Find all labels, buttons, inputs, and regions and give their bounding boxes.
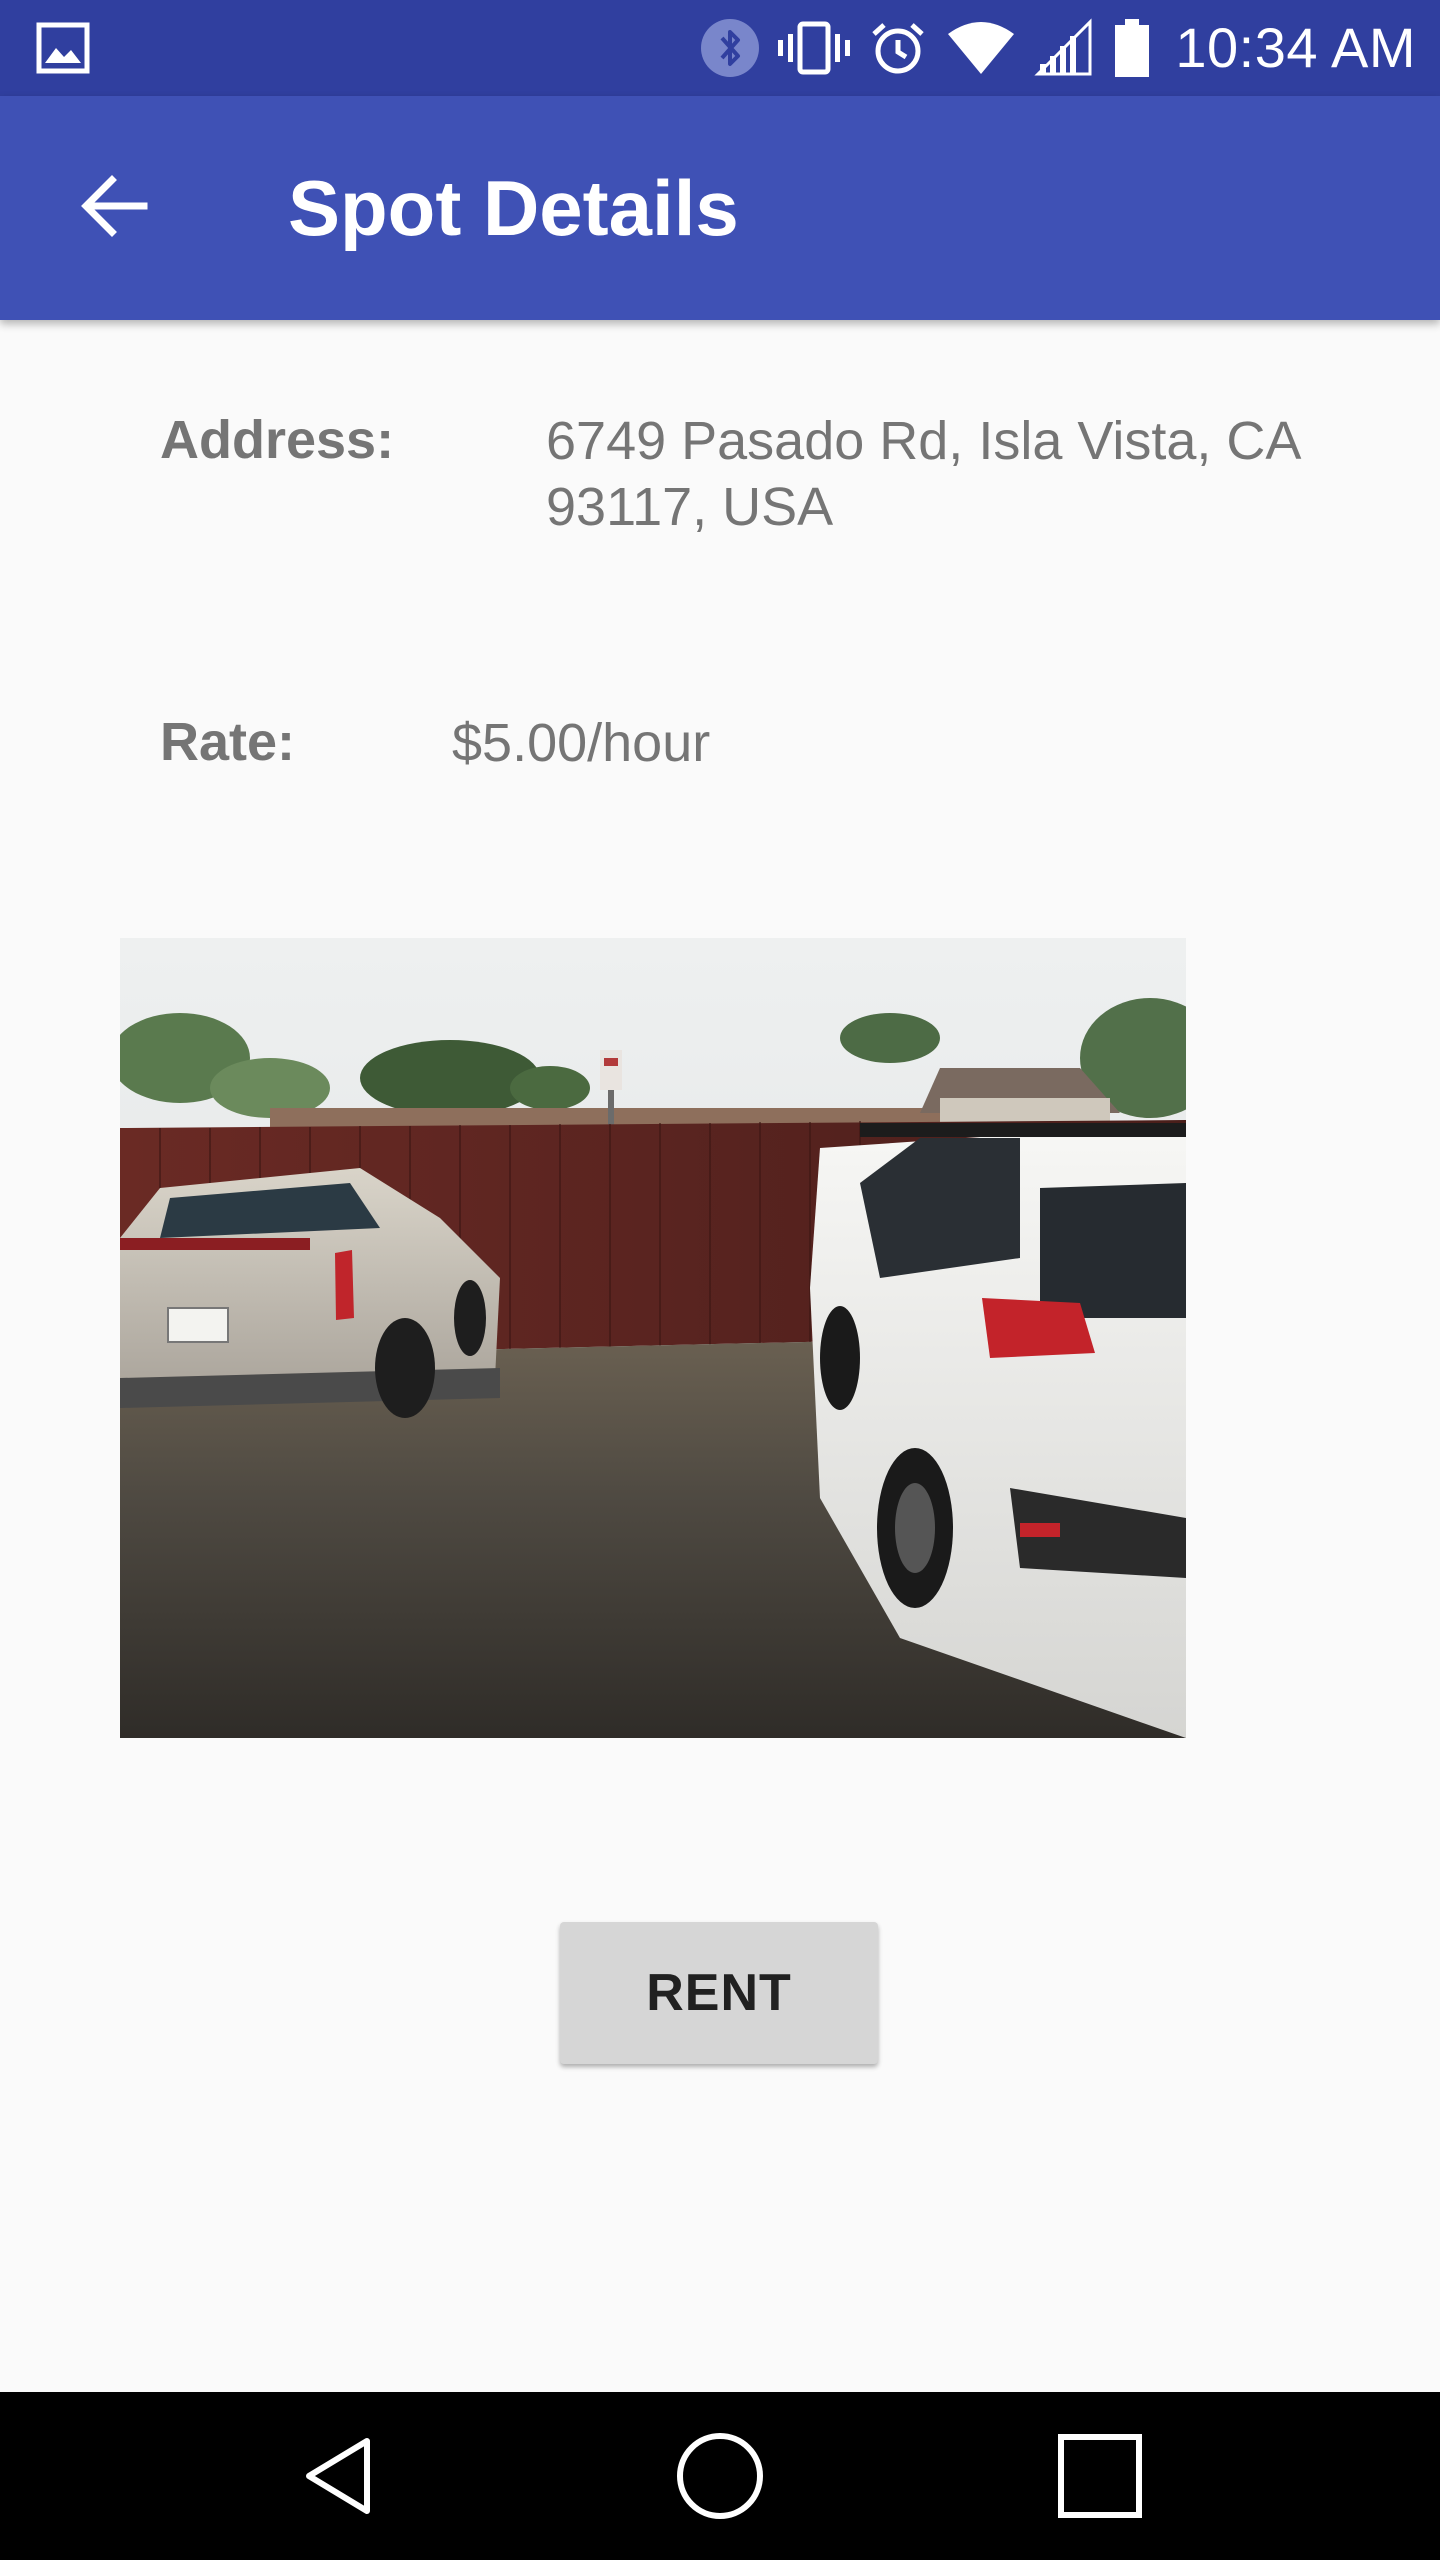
status-bar: 10:34 AM — [0, 0, 1440, 96]
status-time: 10:34 AM — [1175, 16, 1416, 79]
page-title: Spot Details — [288, 164, 739, 252]
alarm-icon — [872, 23, 924, 74]
app-bar: Spot Details — [0, 96, 1440, 320]
arrow-back-icon — [81, 175, 148, 237]
navigation-bar — [0, 2392, 1440, 2560]
status-icons — [700, 16, 1152, 80]
battery-icon — [1115, 19, 1149, 77]
bluetooth-icon — [701, 19, 759, 77]
address-value: 6749 Pasado Rd, Isla Vista, CA 93117, US… — [546, 411, 1299, 537]
nav-recents-icon — [1058, 2434, 1142, 2518]
back-button[interactable] — [58, 150, 170, 262]
vibrate-icon — [778, 21, 850, 75]
nav-back-icon — [306, 2438, 370, 2514]
signal-icon — [1034, 18, 1092, 76]
rate-label: Rate: — [160, 712, 296, 772]
nav-home-icon — [677, 2433, 763, 2519]
nav-home-button[interactable] — [660, 2416, 780, 2536]
rent-button[interactable]: RENT — [560, 1922, 878, 2064]
rate-value: $5.00/hour — [452, 713, 711, 773]
gallery-icon — [36, 22, 90, 74]
spot-photo — [120, 938, 1186, 1738]
nav-recents-button[interactable] — [1040, 2416, 1160, 2536]
nav-back-button[interactable] — [280, 2416, 400, 2536]
address-label: Address: — [160, 410, 395, 470]
wifi-icon — [948, 22, 1014, 74]
